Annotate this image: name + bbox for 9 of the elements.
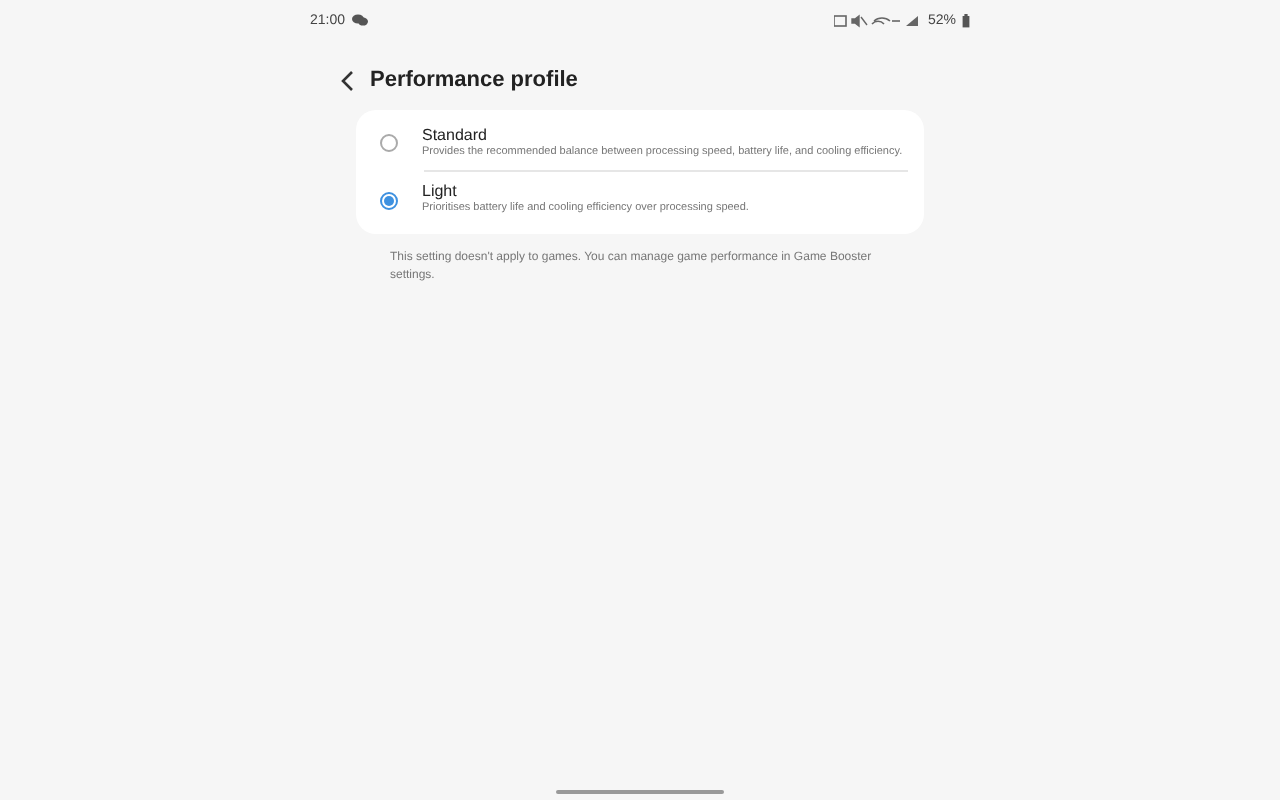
signal-icons bbox=[833, 13, 922, 27]
option-label: Standard bbox=[422, 126, 489, 144]
radio-button[interactable] bbox=[380, 134, 398, 153]
back-icon[interactable] bbox=[340, 69, 354, 91]
chat-icon bbox=[351, 14, 368, 26]
option-label: Light bbox=[422, 182, 457, 201]
battery-icon bbox=[962, 13, 970, 27]
radio-button[interactable] bbox=[380, 191, 398, 210]
page-title: Performance profile bbox=[370, 68, 578, 92]
